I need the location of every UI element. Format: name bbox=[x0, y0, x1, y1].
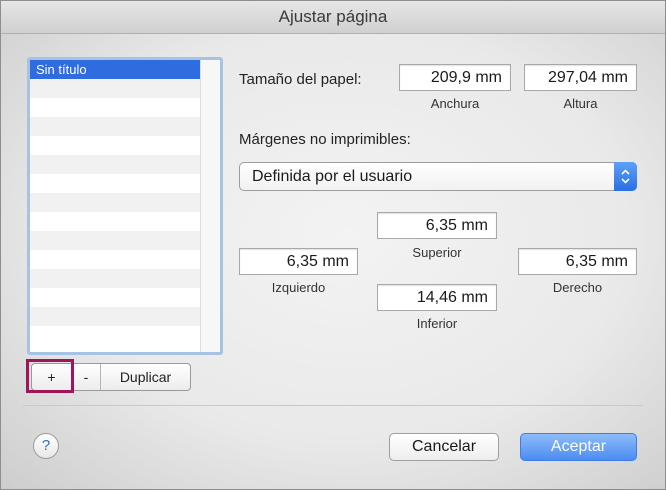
list-item[interactable] bbox=[30, 231, 201, 250]
page-setup-dialog: Ajustar página Sin título + - Duplicar T… bbox=[0, 0, 666, 490]
add-button-highlight bbox=[26, 359, 74, 393]
height-caption: Altura bbox=[563, 96, 598, 111]
margin-right-caption: Derecho bbox=[552, 280, 603, 295]
margin-top-field[interactable] bbox=[377, 212, 497, 239]
accept-button[interactable]: Aceptar bbox=[520, 433, 637, 461]
list-item[interactable] bbox=[30, 117, 201, 136]
margin-top-caption: Superior bbox=[412, 245, 462, 260]
margin-bottom-caption: Inferior bbox=[416, 316, 458, 331]
list-item[interactable]: Sin título bbox=[30, 60, 201, 79]
list-item[interactable] bbox=[30, 174, 201, 193]
paper-size-label: Tamaño del papel: bbox=[239, 71, 362, 88]
margin-bottom-field[interactable] bbox=[377, 284, 497, 311]
list-item[interactable] bbox=[30, 250, 201, 269]
list-item[interactable] bbox=[30, 288, 201, 307]
margins-preset-select[interactable]: Definida por el usuario bbox=[239, 162, 637, 191]
list-item[interactable] bbox=[30, 269, 201, 288]
margins-preset-value: Definida por el usuario bbox=[252, 168, 413, 185]
list-item[interactable] bbox=[30, 155, 201, 174]
help-button[interactable]: ? bbox=[33, 433, 59, 459]
list-rows: Sin título bbox=[30, 60, 201, 345]
footer-divider bbox=[23, 405, 643, 406]
list-item[interactable] bbox=[30, 79, 201, 98]
margin-left-caption: Izquierdo bbox=[271, 280, 326, 295]
width-caption: Anchura bbox=[430, 96, 480, 111]
paper-height-field[interactable] bbox=[524, 64, 637, 91]
chevron-updown-icon bbox=[614, 162, 637, 191]
remove-button[interactable]: - bbox=[72, 364, 101, 390]
duplicate-button[interactable]: Duplicar bbox=[101, 364, 190, 390]
list-scrollbar[interactable] bbox=[200, 60, 220, 352]
cancel-button[interactable]: Cancelar bbox=[389, 433, 499, 461]
margin-right-field[interactable] bbox=[518, 248, 637, 275]
list-item[interactable] bbox=[30, 307, 201, 326]
list-item[interactable] bbox=[30, 193, 201, 212]
list-item[interactable] bbox=[30, 98, 201, 117]
list-item[interactable] bbox=[30, 136, 201, 155]
margin-left-field[interactable] bbox=[239, 248, 358, 275]
margins-label: Márgenes no imprimibles: bbox=[239, 131, 411, 148]
list-item[interactable] bbox=[30, 212, 201, 231]
window-title: Ajustar página bbox=[1, 1, 665, 34]
list-item[interactable] bbox=[30, 326, 201, 345]
paper-size-list[interactable]: Sin título bbox=[27, 57, 223, 355]
paper-width-field[interactable] bbox=[399, 64, 511, 91]
